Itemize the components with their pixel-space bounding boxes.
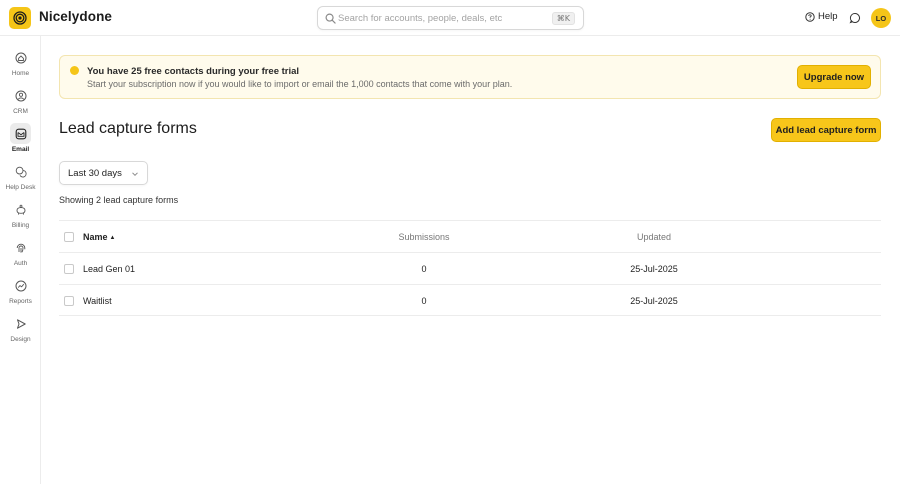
- trial-banner: You have 25 free contacts during your fr…: [59, 55, 881, 99]
- fingerprint-icon: [16, 243, 25, 253]
- chat-bubble-icon[interactable]: [849, 12, 861, 24]
- form-name[interactable]: Lead Gen 01: [83, 264, 135, 274]
- sidebar-item-reports[interactable]: Reports: [0, 275, 41, 309]
- column-header-submissions[interactable]: Submissions: [384, 232, 464, 242]
- user-circle-icon: [15, 90, 26, 101]
- date-range-select[interactable]: Last 30 days: [59, 161, 148, 185]
- column-header-updated[interactable]: Updated: [614, 232, 694, 242]
- row-checkbox[interactable]: [64, 264, 74, 274]
- search-input[interactable]: [338, 10, 548, 27]
- help-circle-icon: [805, 11, 815, 22]
- table-header-row: Name ▲ Submissions Updated: [59, 220, 881, 252]
- form-updated: 25-Jul-2025: [630, 296, 678, 306]
- select-all-checkbox[interactable]: [64, 232, 74, 242]
- sidebar: Home CRM Email Help Desk Billing Auth Re…: [0, 36, 41, 484]
- forms-table: Name ▲ Submissions Updated Lead Gen 01 0 …: [59, 220, 881, 316]
- add-lead-capture-form-button[interactable]: Add lead capture form: [771, 118, 881, 142]
- sidebar-item-label: Auth: [13, 260, 28, 267]
- chart-icon: [15, 280, 26, 291]
- sidebar-item-auth[interactable]: Auth: [0, 237, 41, 271]
- banner-description: Start your subscription now if you would…: [87, 79, 513, 89]
- chat-bubbles-icon: [15, 166, 27, 177]
- column-header-label: Name: [83, 232, 108, 242]
- avatar[interactable]: LO: [871, 8, 891, 28]
- email-icon: [15, 128, 26, 139]
- row-checkbox[interactable]: [64, 296, 74, 306]
- help-button[interactable]: Help: [805, 11, 838, 22]
- sidebar-item-label: Design: [10, 336, 31, 343]
- search-shortcut-badge: ⌘K: [551, 12, 575, 25]
- sidebar-item-label: Billing: [11, 222, 30, 229]
- results-count: Showing 2 lead capture forms: [59, 195, 179, 205]
- sidebar-item-email[interactable]: Email: [0, 123, 41, 157]
- logo-icon[interactable]: [9, 7, 31, 29]
- search-icon: [325, 13, 336, 24]
- cursor-icon: [16, 318, 26, 329]
- sidebar-item-label: Help Desk: [5, 184, 36, 191]
- banner-title: You have 25 free contacts during your fr…: [87, 66, 300, 77]
- sidebar-item-label: Home: [11, 70, 30, 77]
- sidebar-item-help-desk[interactable]: Help Desk: [0, 161, 41, 195]
- top-bar: Nicelydone ⌘K Help LO: [0, 0, 900, 36]
- info-dot-icon: [70, 66, 79, 75]
- form-submissions: 0: [421, 296, 427, 306]
- form-name[interactable]: Waitlist: [83, 296, 112, 306]
- chevron-down-icon: [132, 172, 138, 177]
- form-updated: 25-Jul-2025: [630, 264, 678, 274]
- sidebar-item-design[interactable]: Design: [0, 313, 41, 347]
- page-title: Lead capture forms: [59, 120, 197, 137]
- table-row[interactable]: Lead Gen 01 0 25-Jul-2025: [59, 252, 881, 284]
- sidebar-item-label: Reports: [9, 298, 32, 305]
- sidebar-item-crm[interactable]: CRM: [0, 85, 41, 119]
- form-submissions: 0: [421, 264, 427, 274]
- sort-ascending-icon: ▲: [109, 235, 116, 241]
- brand-name: Nicelydone: [39, 9, 113, 24]
- column-header-name[interactable]: Name ▲: [83, 232, 115, 242]
- upgrade-button[interactable]: Upgrade now: [797, 65, 871, 89]
- help-label: Help: [818, 11, 838, 22]
- sidebar-item-home[interactable]: Home: [0, 47, 41, 81]
- sidebar-item-billing[interactable]: Billing: [0, 199, 41, 233]
- global-search[interactable]: ⌘K: [317, 6, 584, 30]
- sidebar-item-label: Email: [11, 146, 30, 153]
- date-range-value: Last 30 days: [68, 167, 122, 179]
- home-icon: [15, 52, 26, 63]
- table-row[interactable]: Waitlist 0 25-Jul-2025: [59, 284, 881, 316]
- piggy-bank-icon: [16, 204, 25, 215]
- sidebar-item-label: CRM: [13, 108, 28, 115]
